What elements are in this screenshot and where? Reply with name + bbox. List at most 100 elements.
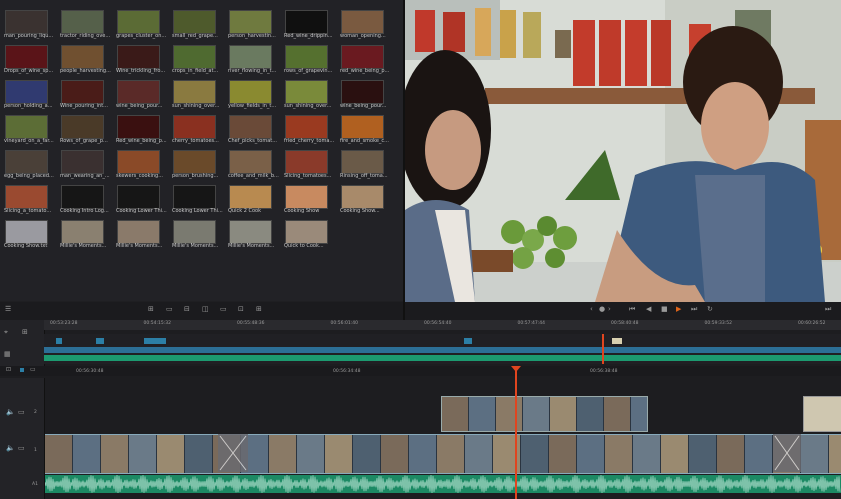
media-clip[interactable]: person_brushing... bbox=[172, 148, 228, 183]
clip-thumbnail[interactable] bbox=[341, 150, 384, 174]
snap-icon[interactable]: ⊟ bbox=[184, 305, 190, 313]
media-clip[interactable]: river_flowing_in_t... bbox=[228, 43, 284, 78]
media-clip[interactable]: sun_shining_over... bbox=[172, 78, 228, 113]
clip-thumbnail[interactable] bbox=[5, 45, 48, 69]
clip-thumbnail[interactable] bbox=[61, 80, 104, 104]
clip-thumbnail[interactable] bbox=[61, 185, 104, 209]
media-clip[interactable]: woman_opening... bbox=[340, 8, 396, 43]
clip-thumbnail[interactable] bbox=[117, 10, 160, 34]
v2-audio-icon[interactable]: 🔈 bbox=[6, 408, 15, 416]
track-lock-icon[interactable]: ⊡ bbox=[6, 366, 11, 373]
clip-thumbnail[interactable] bbox=[173, 45, 216, 69]
overview-clip[interactable] bbox=[96, 338, 104, 344]
media-clip[interactable]: man_pouring_liqu... bbox=[4, 8, 60, 43]
clip-thumbnail[interactable] bbox=[5, 185, 48, 209]
media-clip[interactable]: small_red_grape... bbox=[172, 8, 228, 43]
media-clip[interactable]: fried_cherry_toma... bbox=[284, 113, 340, 148]
play-reverse-icon[interactable]: ◀ bbox=[646, 305, 651, 313]
viewer[interactable] bbox=[405, 0, 841, 302]
clip-thumbnail[interactable] bbox=[61, 220, 104, 244]
clip-thumbnail[interactable] bbox=[117, 220, 160, 244]
overview-clip[interactable] bbox=[56, 338, 62, 344]
media-clip[interactable]: Rows_of_grape_p... bbox=[60, 113, 116, 148]
media-clip[interactable]: Cooking Show... bbox=[340, 183, 396, 218]
media-clip[interactable]: Cooking Lower Thi... bbox=[172, 183, 228, 218]
clip-thumbnail[interactable] bbox=[285, 80, 328, 104]
overview-clip[interactable] bbox=[144, 338, 166, 344]
clip-thumbnail[interactable] bbox=[341, 115, 384, 139]
media-clip[interactable]: egg_being_placed... bbox=[4, 148, 60, 183]
next-clip-icon[interactable]: ⏭ bbox=[825, 305, 831, 314]
v2-monitor-icon[interactable]: ▭ bbox=[18, 408, 25, 416]
media-clip[interactable]: skewers_cooking... bbox=[116, 148, 172, 183]
timeline[interactable]: ⌖ ⊞ ▦ 00:53:23:28 00:54:15:32 00:55:48:36 0… bbox=[0, 320, 841, 499]
clip-thumbnail[interactable] bbox=[341, 185, 384, 209]
media-clip[interactable]: Wine_trickling_fro... bbox=[116, 43, 172, 78]
clip-thumbnail[interactable] bbox=[173, 115, 216, 139]
media-clip[interactable]: Wine_pouring_int... bbox=[60, 78, 116, 113]
timeline-zoom-icon[interactable]: ▦ bbox=[4, 350, 11, 358]
clip-thumbnail[interactable] bbox=[5, 150, 48, 174]
timeline-view-icon[interactable]: ⊞ bbox=[22, 328, 28, 336]
dynamic-trim-icon[interactable]: ⊞ bbox=[148, 305, 154, 313]
transition-marker[interactable] bbox=[218, 434, 248, 472]
overview-tracks[interactable] bbox=[44, 334, 841, 364]
clip-thumbnail[interactable] bbox=[229, 220, 272, 244]
clip-thumbnail[interactable] bbox=[285, 185, 328, 209]
blade-icon[interactable]: ▭ bbox=[166, 305, 173, 313]
clip-thumbnail[interactable] bbox=[5, 80, 48, 104]
go-to-end-icon[interactable]: ⏭ bbox=[691, 305, 697, 314]
flag-icon[interactable]: ◫ bbox=[202, 305, 209, 313]
overview-audio-track[interactable] bbox=[44, 355, 841, 361]
loop-icon[interactable]: ↻ bbox=[707, 305, 713, 313]
clip-thumbnail[interactable] bbox=[285, 10, 328, 34]
v1-track-clips[interactable] bbox=[45, 434, 841, 474]
media-clip[interactable]: coffee_and_milk_b... bbox=[228, 148, 284, 183]
clip-thumbnail[interactable] bbox=[341, 10, 384, 34]
list-view-icon[interactable]: ☰ bbox=[5, 305, 11, 313]
prev-arrow-icon[interactable]: ‹ bbox=[590, 305, 593, 313]
media-clip[interactable]: yellow_fields_in_t... bbox=[228, 78, 284, 113]
clip-thumbnail[interactable] bbox=[173, 80, 216, 104]
playhead[interactable] bbox=[515, 368, 517, 499]
clip-thumbnail[interactable] bbox=[173, 220, 216, 244]
overview-video-track[interactable] bbox=[44, 347, 841, 353]
media-clip[interactable]: Millie's Moments... bbox=[60, 218, 116, 253]
clip-thumbnail[interactable] bbox=[5, 10, 48, 34]
clip-thumbnail[interactable] bbox=[173, 10, 216, 34]
media-clip[interactable]: Millie's Moments... bbox=[172, 218, 228, 253]
overview-playhead[interactable] bbox=[602, 334, 604, 364]
media-clip[interactable]: fire_and_smoke_c... bbox=[340, 113, 396, 148]
marker-icon[interactable]: ▭ bbox=[220, 305, 227, 313]
media-clip[interactable]: Cooking Show bbox=[284, 183, 340, 218]
media-clip[interactable]: wine_being_pour... bbox=[340, 78, 396, 113]
media-clip[interactable]: man_wearing_an_... bbox=[60, 148, 116, 183]
clip-thumbnail[interactable] bbox=[117, 80, 160, 104]
clip-thumbnail[interactable] bbox=[285, 115, 328, 139]
overwrite-icon[interactable]: ⊞ bbox=[256, 305, 262, 313]
media-clip[interactable]: Rinsing_off_toma... bbox=[340, 148, 396, 183]
clip-thumbnail[interactable] bbox=[5, 115, 48, 139]
media-clip[interactable]: wine_being_pour... bbox=[116, 78, 172, 113]
media-clip[interactable]: tractor_riding_ove... bbox=[60, 8, 116, 43]
overview-title-clip[interactable] bbox=[612, 338, 622, 344]
overview-clip[interactable] bbox=[464, 338, 472, 344]
clip-thumbnail[interactable] bbox=[173, 150, 216, 174]
clip-thumbnail[interactable] bbox=[61, 150, 104, 174]
media-clip[interactable]: Cooking Lower Thi... bbox=[116, 183, 172, 218]
clip-thumbnail[interactable] bbox=[341, 80, 384, 104]
clip-thumbnail[interactable] bbox=[5, 220, 48, 244]
clip-thumbnail[interactable] bbox=[61, 45, 104, 69]
media-clip[interactable]: people_harvesting... bbox=[60, 43, 116, 78]
media-clip[interactable]: vineyard_on_a_far... bbox=[4, 113, 60, 148]
media-clip[interactable]: grapes_cluster_on... bbox=[116, 8, 172, 43]
clip-thumbnail[interactable] bbox=[229, 150, 272, 174]
media-clip[interactable]: Cooking Intro Log... bbox=[60, 183, 116, 218]
clip-thumbnail[interactable] bbox=[117, 150, 160, 174]
clip-thumbnail[interactable] bbox=[173, 185, 216, 209]
a1-audio-clip[interactable] bbox=[44, 474, 841, 494]
lower-ruler[interactable]: 00:56:30:48 00:56:34:48 00:56:38:48 bbox=[44, 369, 841, 378]
clip-thumbnail[interactable] bbox=[285, 220, 328, 244]
clip-thumbnail[interactable] bbox=[341, 45, 384, 69]
media-clip[interactable]: Quick to Cook... bbox=[284, 218, 340, 253]
